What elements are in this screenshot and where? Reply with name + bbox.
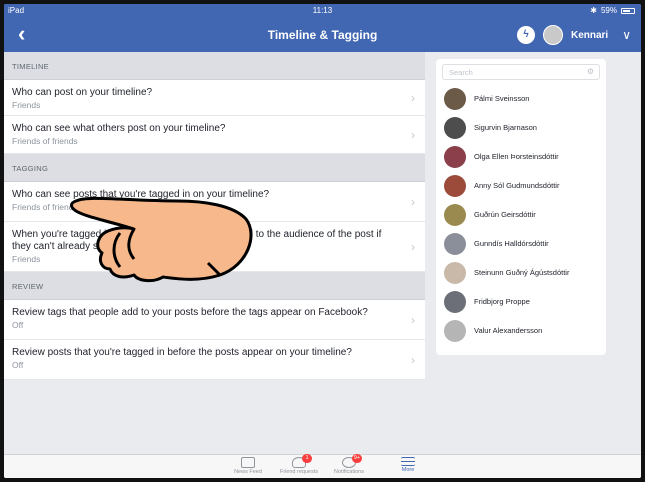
friend-item[interactable]: Fridbjorg Proppe [436,287,606,316]
gear-icon[interactable]: ⚙ [587,67,594,76]
menu-icon [401,457,415,466]
setting-question: Review tags that people add to your post… [12,307,368,318]
friend-item[interactable]: Anny Sól Gudmundsdóttir [436,171,606,200]
globe-icon: 9+ [342,454,362,468]
friends-panel: Search ⚙ Pálmi Sveinsson Sigurvin Bjarna… [436,59,606,355]
friend-item[interactable]: Guðrún Geirsdóttir [436,200,606,229]
avatar [444,174,466,197]
setting-row[interactable]: Who can see what others post on your tim… [4,116,425,154]
battery-percent: 59% [600,6,617,15]
avatar [444,87,466,110]
friend-item[interactable]: Gunndís Halldórsdóttir [436,229,606,258]
ipad-screen: iPad 11:13 ✱ 59% ‹ Timeline & Tagging ϟ … [4,4,641,478]
friend-item[interactable]: Olga Ellen Þorsteinsdóttir [436,142,606,171]
setting-question: Who can post on your timeline? [12,87,153,98]
tab-label: News Feed [234,469,262,475]
friend-item[interactable]: Sigurvin Bjarnason [436,113,606,142]
friend-item[interactable]: Valur Alexandersson [436,316,606,345]
friend-item[interactable]: Steinunn Guðný Ágústsdóttir [436,258,606,287]
friend-name: Guðrún Geirsdóttir [474,210,536,219]
chevron-right-icon: › [411,127,415,142]
setting-value: Friends of friends [12,202,78,212]
setting-value: Off [12,360,24,370]
tab-label: Friend requests [279,469,319,475]
chevron-down-icon[interactable]: ∨ [622,28,631,42]
section-header-tagging: TAGGING [4,154,425,182]
avatar [444,261,466,284]
setting-row[interactable]: Who can post on your timeline? Friends › [4,80,425,116]
chevron-right-icon: › [411,194,415,209]
setting-question: Who can see what others post on your tim… [12,123,226,134]
setting-value: Friends [12,254,41,264]
settings-list: TIMELINE Who can post on your timeline? … [4,52,425,454]
chevron-right-icon: › [411,239,415,254]
friend-name: Steinunn Guðný Ágústsdóttir [474,268,570,277]
avatar [444,203,466,226]
tab-bar: News Feed 1 Friend requests 9+ Notificat… [4,454,641,478]
nav-right-group: ϟ Kennari ∨ [516,25,631,45]
avatar[interactable] [542,25,563,45]
notifications-badge: 9+ [352,454,362,463]
setting-row[interactable]: When you're tagged in a post, who do you… [4,222,425,272]
friend-name: Gunndís Halldórsdóttir [474,239,549,248]
tab-label: More [401,467,415,473]
friend-requests-badge: 1 [302,454,312,463]
clock: 11:13 [312,6,333,15]
status-bar: iPad 11:13 ✱ 59% [4,4,641,18]
battery-icon [621,7,635,14]
section-header-timeline: TIMELINE [4,52,425,80]
tab-news-feed[interactable]: News Feed [223,457,273,475]
friend-name: Pálmi Sveinsson [474,94,530,103]
setting-question: Who can see posts that you're tagged in … [12,189,270,200]
user-name[interactable]: Kennari [571,30,608,41]
friend-name: Valur Alexandersson [474,326,543,335]
tab-friend-requests[interactable]: 1 Friend requests [274,454,324,475]
setting-value: Off [12,320,24,330]
friend-name: Olga Ellen Þorsteinsdóttir [474,152,559,161]
setting-question: When you're tagged in a post, who do you… [12,229,382,252]
bluetooth-icon: ✱ [590,6,597,15]
setting-value: Friends of friends [12,136,78,146]
avatar [444,232,466,255]
section-header-review: REVIEW [4,272,425,300]
friends-icon: 1 [292,454,312,468]
search-placeholder: Search [449,68,473,77]
tab-more[interactable]: More [383,457,433,473]
friend-name: Anny Sól Gudmundsdóttir [474,181,560,190]
tab-label: Notifications [334,469,364,475]
chevron-right-icon: › [411,352,415,367]
battery-status: ✱ 59% [590,6,635,15]
setting-question: Review posts that you're tagged in befor… [12,347,352,358]
setting-row[interactable]: Review tags that people add to your post… [4,300,425,340]
chevron-right-icon: › [411,90,415,105]
news-feed-icon [241,457,255,468]
setting-row[interactable]: Review posts that you're tagged in befor… [4,340,425,380]
friend-item[interactable]: Pálmi Sveinsson [436,84,606,113]
messenger-icon[interactable]: ϟ [516,26,535,44]
chevron-right-icon: › [411,312,415,327]
friend-name: Sigurvin Bjarnason [474,123,537,132]
avatar [444,319,466,342]
setting-value: Friends [12,100,41,110]
tab-notifications[interactable]: 9+ Notifications [324,454,374,475]
avatar [444,290,466,313]
setting-row[interactable]: Who can see posts that you're tagged in … [4,182,425,222]
search-input[interactable]: Search ⚙ [442,64,600,80]
friend-list: Pálmi Sveinsson Sigurvin Bjarnason Olga … [436,84,606,345]
avatar [444,145,466,168]
friend-name: Fridbjorg Proppe [474,297,530,306]
avatar [444,116,466,139]
nav-bar: ‹ Timeline & Tagging ϟ Kennari ∨ [4,18,641,52]
